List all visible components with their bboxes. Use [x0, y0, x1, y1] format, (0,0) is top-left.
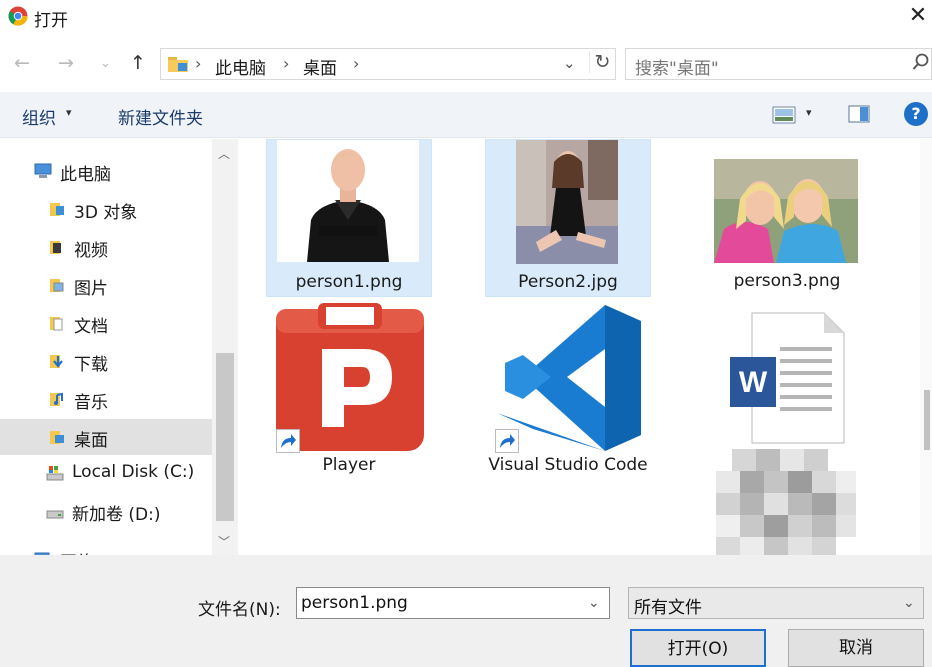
help-icon[interactable]: ?: [904, 102, 928, 126]
photo-thumbnail: [516, 140, 618, 264]
nav-item-this-pc[interactable]: 此电脑: [0, 153, 212, 189]
svg-text:W: W: [739, 366, 768, 399]
scroll-down-icon[interactable]: ﹀: [218, 533, 230, 550]
organize-button[interactable]: 组织: [22, 104, 56, 129]
forward-arrow-icon[interactable]: →: [58, 52, 74, 74]
nav-label: 图片: [74, 279, 108, 299]
search-icon: [912, 53, 929, 70]
breadcrumb-this-pc[interactable]: 此电脑: [215, 54, 266, 79]
title-bar: 打开 ✕: [0, 0, 932, 34]
scrollbar-thumb[interactable]: [216, 353, 234, 521]
file-item-person2[interactable]: Person2.jpg: [485, 139, 651, 297]
file-name: person1.png: [295, 272, 403, 292]
chrome-app-icon: [8, 6, 28, 26]
refresh-icon[interactable]: ↻: [589, 51, 615, 73]
video-folder-icon: [50, 241, 61, 254]
file-name: Player: [322, 455, 376, 475]
search-input[interactable]: 搜索"桌面": [625, 48, 932, 80]
file-item-vscode[interactable]: Visual Studio Code: [485, 303, 651, 509]
chevron-down-icon[interactable]: ⌄: [563, 54, 576, 72]
navigation-pane: 此电脑 3D 对象 视频 图片 文档 下载 音乐 桌面 Local Disk (…: [0, 139, 238, 555]
download-folder-icon: [50, 355, 63, 368]
file-item-word-document[interactable]: W: [704, 303, 870, 555]
file-name: Visual Studio Code: [488, 455, 648, 475]
cube-icon: [50, 203, 64, 216]
nav-item-volume-d[interactable]: 新加卷 (D:): [0, 493, 212, 529]
address-row: ← → ⌄ ↑ › 此电脑 › 桌面 › ⌄ ↻ 搜索"桌面": [0, 44, 932, 84]
breadcrumb-separator: ›: [283, 54, 290, 73]
pictures-folder-icon: [50, 279, 64, 292]
nav-item-pictures[interactable]: 图片: [0, 267, 212, 303]
folder-icon: [168, 57, 188, 72]
nav-label: 网络: [60, 548, 94, 555]
file-item-person1[interactable]: person1.png: [266, 139, 432, 297]
nav-label: 桌面: [74, 431, 108, 451]
word-document-icon: W: [730, 312, 845, 444]
back-arrow-icon[interactable]: ←: [14, 52, 30, 74]
music-folder-icon: [50, 392, 63, 406]
portrait-thumbnail: [277, 140, 419, 262]
command-bar: 组织 ▾ 新建文件夹 ▾ ?: [0, 92, 932, 138]
file-item-person3[interactable]: person3.png: [704, 139, 870, 297]
nav-label: 音乐: [74, 393, 108, 413]
new-folder-button[interactable]: 新建文件夹: [118, 104, 203, 129]
recent-dropdown-icon[interactable]: ⌄: [100, 56, 111, 71]
chevron-down-icon[interactable]: ⌄: [588, 595, 600, 611]
drive-icon: [46, 510, 64, 519]
desktop-folder-icon: [50, 431, 64, 444]
bottom-panel: 文件名(N): ⌄ 所有文件 ⌄ 打开(O) 取消: [0, 555, 932, 667]
address-bar[interactable]: › 此电脑 › 桌面 › ⌄ ↻: [160, 48, 616, 80]
breadcrumb-desktop[interactable]: 桌面: [303, 54, 337, 79]
computer-icon: [34, 163, 52, 178]
search-placeholder: 搜索"桌面": [635, 59, 719, 79]
breadcrumb-separator: ›: [353, 54, 360, 73]
nav-label: 此电脑: [60, 165, 111, 185]
scroll-up-icon[interactable]: ︿: [218, 145, 230, 162]
nav-item-network[interactable]: 网络: [0, 541, 212, 555]
filename-label: 文件名(N):: [198, 600, 281, 620]
nav-label: 下载: [74, 355, 108, 375]
open-button[interactable]: 打开(O): [630, 629, 766, 667]
nav-item-videos[interactable]: 视频: [0, 229, 212, 265]
nav-label: 3D 对象: [74, 203, 138, 223]
nav-label: 新加卷 (D:): [72, 505, 161, 525]
nav-item-3d-objects[interactable]: 3D 对象: [0, 191, 212, 227]
documents-folder-icon: [50, 317, 63, 331]
nav-item-documents[interactable]: 文档: [0, 305, 212, 341]
file-item-player[interactable]: Player: [266, 303, 432, 483]
nav-item-desktop[interactable]: 桌面: [0, 419, 212, 455]
shortcut-arrow-icon: [276, 429, 300, 453]
file-name: Person2.jpg: [518, 272, 618, 292]
nav-item-downloads[interactable]: 下载: [0, 343, 212, 379]
breadcrumb-separator: ›: [195, 54, 202, 73]
shortcut-arrow-icon: [495, 429, 519, 453]
nav-label: 视频: [74, 241, 108, 261]
nav-item-music[interactable]: 音乐: [0, 381, 212, 417]
window-title: 打开: [34, 11, 68, 31]
file-type-select[interactable]: 所有文件 ⌄: [628, 587, 924, 619]
caret-down-icon[interactable]: ▾: [66, 106, 72, 119]
nav-label: Local Disk (C:): [72, 462, 195, 482]
system-drive-icon: [46, 466, 64, 481]
file-list: person1.png Person2.jpg person3.png Play…: [238, 139, 932, 555]
file-list-scrollbar[interactable]: [920, 139, 932, 555]
photo-thumbnail: [714, 159, 858, 263]
preview-pane-icon[interactable]: [848, 105, 870, 123]
nav-scrollbar[interactable]: ︿ ﹀: [212, 139, 238, 555]
file-name: person3.png: [733, 271, 841, 291]
up-arrow-icon[interactable]: ↑: [130, 52, 146, 74]
cancel-button[interactable]: 取消: [788, 629, 924, 667]
chevron-down-icon: ⌄: [903, 595, 915, 611]
filename-input[interactable]: [296, 587, 610, 619]
caret-down-icon[interactable]: ▾: [806, 106, 812, 119]
nav-item-local-disk-c[interactable]: Local Disk (C:): [0, 455, 212, 491]
nav-label: 文档: [74, 317, 108, 337]
file-type-value: 所有文件: [634, 598, 702, 618]
change-view-icon[interactable]: [772, 106, 796, 124]
pixelated-filename: [716, 449, 856, 555]
close-button[interactable]: ✕: [904, 2, 932, 30]
scrollbar-thumb[interactable]: [924, 390, 930, 450]
